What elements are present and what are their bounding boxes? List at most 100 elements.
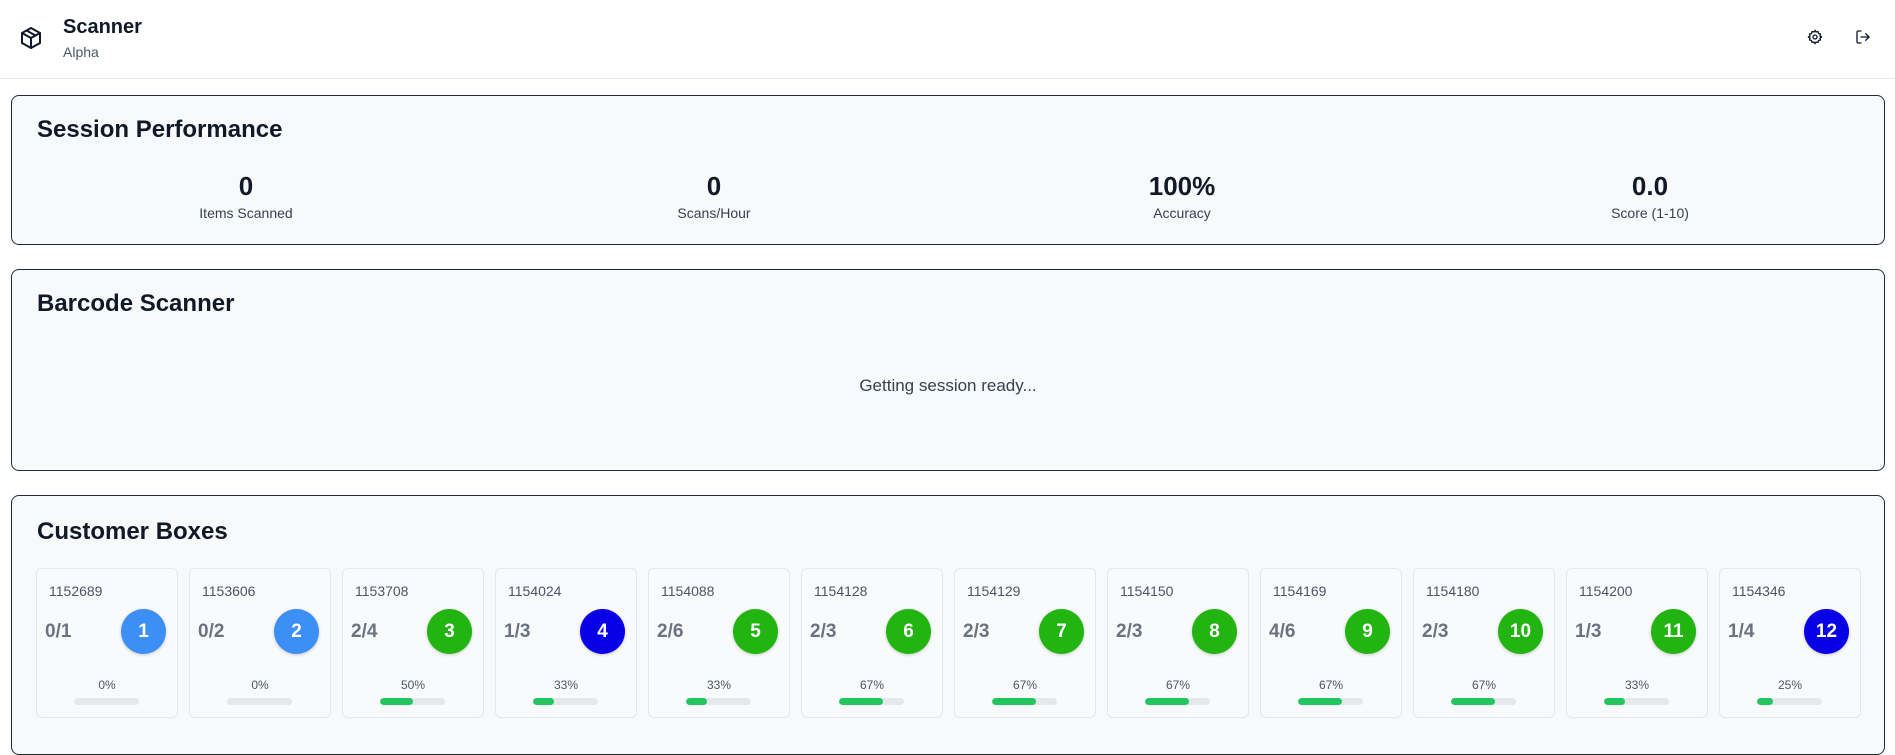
- stat-label: Score (1-10): [1611, 205, 1689, 221]
- box-count: 2/6: [657, 621, 684, 642]
- box-id: 1154128: [814, 583, 868, 599]
- box-count: 1/4: [1728, 621, 1755, 642]
- box-progress-fill: [1604, 698, 1626, 705]
- customer-boxes-title: Customer Boxes: [37, 518, 228, 545]
- settings-button[interactable]: [1804, 27, 1826, 49]
- barcode-scanner-card: Barcode Scanner Getting session ready...: [11, 269, 1885, 471]
- customer-boxes-list: 1152689 0/1 1 0% 1153606 0/2 2 0% 1153708 2/4 3 50%…: [36, 568, 1861, 718]
- box-number-badge: 11: [1651, 609, 1696, 654]
- box-progress-bar: [992, 698, 1057, 705]
- box-progress-percent: 67%: [1471, 678, 1497, 692]
- stat-score: 0.0 Score (1-10): [1416, 171, 1884, 221]
- box-number-badge: 2: [274, 609, 319, 654]
- box-number-badge: 8: [1192, 609, 1237, 654]
- customer-box[interactable]: 1154180 2/3 10 67%: [1413, 568, 1555, 718]
- customer-box[interactable]: 1154024 1/3 4 33%: [495, 568, 637, 718]
- box-number-badge: 10: [1498, 609, 1543, 654]
- box-number-badge: 5: [733, 609, 778, 654]
- logout-icon: [1855, 29, 1871, 48]
- box-progress-bar: [380, 698, 445, 705]
- box-progress-percent: 33%: [1624, 678, 1650, 692]
- box-number-badge: 4: [580, 609, 625, 654]
- stat-label: Items Scanned: [199, 205, 293, 221]
- box-number-badge: 7: [1039, 609, 1084, 654]
- customer-box[interactable]: 1153606 0/2 2 0%: [189, 568, 331, 718]
- box-id: 1153708: [355, 583, 409, 599]
- box-number-badge: 12: [1804, 609, 1849, 654]
- box-progress-bar: [1298, 698, 1363, 705]
- box-count: 4/6: [1269, 621, 1296, 642]
- box-progress-bar: [839, 698, 904, 705]
- stat-scans-per-hour: 0 Scans/Hour: [480, 171, 948, 221]
- stat-label: Accuracy: [1153, 205, 1211, 221]
- box-count: 0/1: [45, 621, 72, 642]
- stat-items-scanned: 0 Items Scanned: [12, 171, 480, 221]
- box-count: 1/3: [1575, 621, 1602, 642]
- box-progress-bar: [533, 698, 598, 705]
- gear-icon: [1807, 29, 1823, 48]
- box-count: 2/3: [1116, 621, 1143, 642]
- box-progress-bar: [227, 698, 292, 705]
- box-progress-fill: [1757, 698, 1774, 705]
- box-progress-percent: 25%: [1777, 678, 1803, 692]
- box-progress-fill: [839, 698, 883, 705]
- box-progress-percent: 0%: [98, 678, 116, 692]
- box-progress-percent: 67%: [859, 678, 885, 692]
- box-id: 1154200: [1579, 583, 1633, 599]
- customer-box[interactable]: 1154129 2/3 7 67%: [954, 568, 1096, 718]
- box-id: 1153606: [202, 583, 256, 599]
- customer-box[interactable]: 1153708 2/4 3 50%: [342, 568, 484, 718]
- stat-value: 100%: [1148, 171, 1216, 201]
- box-count: 2/4: [351, 621, 378, 642]
- box-progress-fill: [380, 698, 413, 705]
- customer-box[interactable]: 1154346 1/4 12 25%: [1719, 568, 1861, 718]
- customer-box[interactable]: 1154169 4/6 9 67%: [1260, 568, 1402, 718]
- box-id: 1154024: [508, 583, 562, 599]
- stat-value: 0: [706, 171, 722, 201]
- box-id: 1154150: [1120, 583, 1174, 599]
- package-box-icon: [19, 26, 43, 50]
- box-progress-percent: 67%: [1165, 678, 1191, 692]
- box-progress-fill: [1451, 698, 1495, 705]
- box-progress-bar: [1604, 698, 1669, 705]
- box-id: 1154169: [1273, 583, 1327, 599]
- box-progress-bar: [1451, 698, 1516, 705]
- barcode-scanner-title: Barcode Scanner: [37, 290, 235, 317]
- scanner-status-message: Getting session ready...: [859, 376, 1037, 395]
- box-progress-bar: [1145, 698, 1210, 705]
- stat-value: 0.0: [1631, 171, 1669, 201]
- logout-button[interactable]: [1852, 27, 1874, 49]
- box-progress-bar: [686, 698, 751, 705]
- stat-accuracy: 100% Accuracy: [948, 171, 1416, 221]
- box-progress-fill: [533, 698, 555, 705]
- customer-boxes-card: Customer Boxes 1152689 0/1 1 0% 1153606 0/2 2 0…: [11, 495, 1885, 755]
- customer-box[interactable]: 1154088 2/6 5 33%: [648, 568, 790, 718]
- stat-label: Scans/Hour: [677, 205, 751, 221]
- customer-box[interactable]: 1154200 1/3 11 33%: [1566, 568, 1708, 718]
- customer-box[interactable]: 1152689 0/1 1 0%: [36, 568, 178, 718]
- box-id: 1154346: [1732, 583, 1786, 599]
- box-progress-percent: 33%: [706, 678, 732, 692]
- box-progress-bar: [1757, 698, 1822, 705]
- box-progress-percent: 50%: [400, 678, 426, 692]
- box-number-badge: 9: [1345, 609, 1390, 654]
- box-progress-percent: 0%: [251, 678, 269, 692]
- session-performance-card: Session Performance 0 Items Scanned 0 Sc…: [11, 95, 1885, 245]
- box-id: 1154088: [661, 583, 715, 599]
- app-subtitle: Alpha: [63, 44, 99, 60]
- box-count: 2/3: [810, 621, 837, 642]
- customer-box[interactable]: 1154128 2/3 6 67%: [801, 568, 943, 718]
- box-progress-fill: [686, 698, 708, 705]
- stat-value: 0: [238, 171, 254, 201]
- box-id: 1152689: [49, 583, 103, 599]
- box-number-badge: 1: [121, 609, 166, 654]
- top-header: Scanner Alpha: [0, 0, 1895, 79]
- box-progress-percent: 33%: [553, 678, 579, 692]
- stats-row: 0 Items Scanned 0 Scans/Hour 100% Accura…: [12, 171, 1884, 221]
- box-number-badge: 3: [427, 609, 472, 654]
- customer-box[interactable]: 1154150 2/3 8 67%: [1107, 568, 1249, 718]
- box-progress-percent: 67%: [1318, 678, 1344, 692]
- box-progress-fill: [1298, 698, 1342, 705]
- box-number-badge: 6: [886, 609, 931, 654]
- box-count: 1/3: [504, 621, 531, 642]
